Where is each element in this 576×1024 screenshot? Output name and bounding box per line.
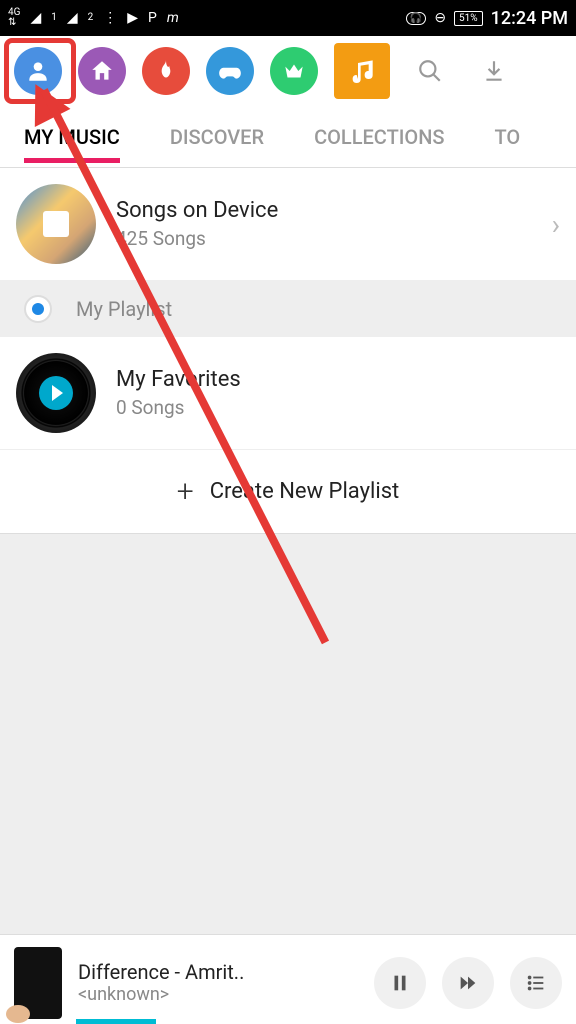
network-indicator: 4G⇅ [8, 8, 20, 28]
playlist-section-header: My Playlist [0, 281, 576, 337]
sim2-label: 2 [88, 13, 94, 23]
profile-icon[interactable] [14, 47, 62, 95]
favorites-icon [16, 353, 96, 433]
chevron-right-icon: › [552, 208, 560, 241]
clock: 12:24 PM [491, 8, 568, 29]
playlist-section-label: My Playlist [76, 297, 172, 321]
status-bar: 4G⇅ ◢ 1 ◢ 2 ⋮ ▶ P m 🎧 ⊖ 51% 12:24 PM [0, 0, 576, 36]
game-icon[interactable] [206, 47, 254, 95]
radio-indicator-icon[interactable] [24, 295, 52, 323]
signal-icon-1: ◢ [30, 10, 41, 26]
tab-collections[interactable]: COLLECTIONS [314, 125, 444, 149]
favorites-count: 0 Songs [116, 396, 560, 419]
device-songs-count: 425 Songs [116, 227, 552, 250]
dnd-icon: ⊖ [434, 10, 446, 26]
more-icon: ⋮ [103, 10, 117, 26]
hifi-icon: 🎧 [406, 12, 426, 25]
favorites-title: My Favorites [116, 367, 560, 392]
now-playing-art [14, 947, 62, 1019]
signal-icon-2: ◢ [67, 10, 78, 26]
pause-button[interactable] [374, 957, 426, 1009]
search-icon[interactable] [406, 47, 454, 95]
home-icon[interactable] [78, 47, 126, 95]
play-indicator-icon: ▶ [127, 10, 138, 26]
now-playing-artist: <unknown> [78, 984, 374, 1005]
now-playing-title: Difference - Amrit.. [78, 960, 374, 984]
m-icon: m [167, 10, 179, 26]
top-nav [0, 36, 576, 106]
p-icon: P [148, 10, 157, 26]
tab-my-music[interactable]: MY MUSIC [24, 125, 120, 149]
device-songs-icon [16, 184, 96, 264]
content-tabs: MY MUSIC DISCOVER COLLECTIONS TO [0, 106, 576, 168]
fire-icon[interactable] [142, 47, 190, 95]
music-icon[interactable] [334, 43, 390, 99]
playback-progress[interactable] [76, 1019, 156, 1024]
sim1-label: 1 [51, 13, 57, 23]
create-playlist-button[interactable]: + Create New Playlist [0, 450, 576, 534]
device-songs-title: Songs on Device [116, 198, 552, 223]
songs-on-device-row[interactable]: Songs on Device 425 Songs › [0, 168, 576, 281]
next-button[interactable] [442, 957, 494, 1009]
favorites-row[interactable]: My Favorites 0 Songs [0, 337, 576, 450]
create-playlist-label: Create New Playlist [210, 479, 400, 504]
download-icon[interactable] [470, 47, 518, 95]
tab-discover[interactable]: DISCOVER [170, 125, 264, 149]
tab-more[interactable]: TO [495, 125, 521, 149]
now-playing-bar[interactable]: Difference - Amrit.. <unknown> [0, 934, 576, 1024]
crown-icon[interactable] [270, 47, 318, 95]
queue-button[interactable] [510, 957, 562, 1009]
battery-indicator: 51% [454, 11, 483, 26]
plus-icon: + [177, 474, 194, 509]
